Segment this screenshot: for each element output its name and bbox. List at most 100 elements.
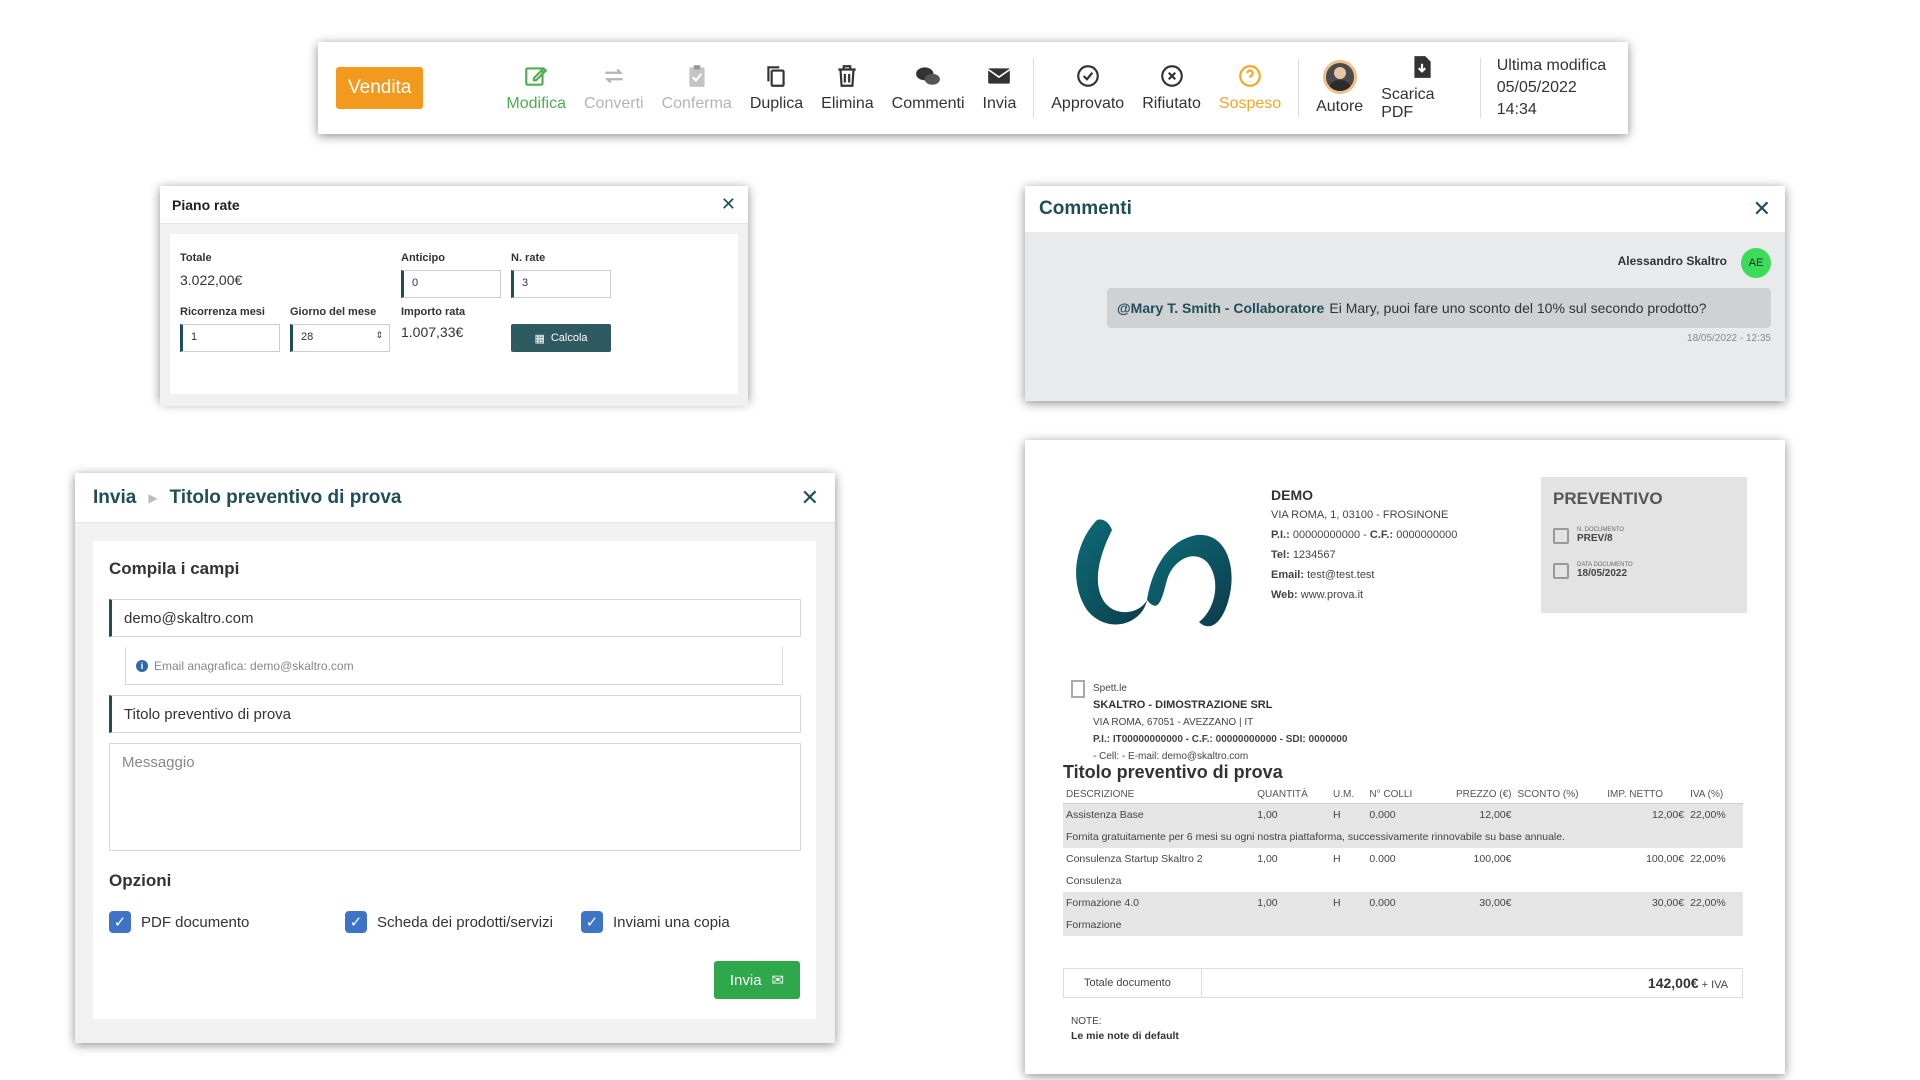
n-rate-input[interactable]: 3 [511, 270, 611, 298]
calculator-icon: ▦ [534, 332, 545, 345]
elimina-button[interactable]: Elimina [812, 63, 882, 113]
sospeso-button[interactable]: Sospeso [1210, 63, 1290, 113]
ricorrenza-label: Ricorrenza mesi [180, 306, 265, 318]
row-desc: Consulenza Startup Skaltro 2 [1066, 853, 1203, 865]
doc-date-row: DATA DOCUMENTO 18/05/2022 [1553, 562, 1735, 579]
option-pdf-checkbox[interactable]: ✓ PDF documento [109, 911, 249, 933]
breadcrumb-chevron-icon: ▶ [148, 490, 158, 505]
download-pdf-icon [1414, 56, 1431, 78]
info-icon: i [136, 659, 148, 672]
opzioni-title: Opzioni [109, 871, 172, 890]
table-row-note: Fornita gratuitamente per 6 mesi su ogni… [1063, 826, 1743, 848]
comment-timestamp: 18/05/2022 - 12:35 [1687, 333, 1771, 344]
duplica-button[interactable]: Duplica [741, 63, 812, 113]
web-label: Web: [1271, 589, 1298, 601]
autore-button[interactable]: Autore [1307, 60, 1372, 116]
email-value: test@test.test [1307, 569, 1375, 581]
client-address: VIA ROMA, 67051 - AVEZZANO | IT [1093, 717, 1254, 728]
giorno-label: Giorno del mese [290, 306, 377, 318]
company-name: DEMO [1271, 487, 1313, 503]
close-icon[interactable]: ✕ [801, 485, 819, 511]
giorno-select-value: 28 [301, 331, 314, 343]
send-button[interactable]: Invia ✉ [714, 961, 800, 999]
importo-value: 1.007,33€ [401, 324, 464, 340]
anticipo-input[interactable]: 0 [401, 270, 501, 298]
vendita-button[interactable]: Vendita [336, 67, 424, 109]
col-iva: IVA (%) [1687, 786, 1743, 804]
message-textarea[interactable]: Messaggio [109, 743, 801, 851]
breadcrumb-root[interactable]: Invia [93, 487, 136, 509]
subject-field[interactable]: Titolo preventivo di prova [109, 695, 801, 733]
option-scheda-checkbox[interactable]: ✓ Scheda dei prodotti/servizi [345, 911, 553, 933]
email-hint-text: Email anagrafica: demo@skaltro.com [154, 658, 354, 673]
sospeso-label: Sospeso [1218, 95, 1282, 112]
totale-label: Totale [180, 252, 212, 264]
invia-form: Compila i campi demo@skaltro.com i Email… [93, 541, 816, 1019]
totale-value-cell: 142,00€ + IVA [1202, 975, 1742, 991]
modifica-button[interactable]: Modifica [497, 63, 575, 113]
commenti-title: Commenti [1039, 198, 1132, 219]
row-um: H [1330, 803, 1367, 826]
close-icon[interactable]: ✕ [721, 194, 736, 215]
preventivo-box: PREVENTIVO N. DOCUMENTO PREV/8 DATA DOCU… [1541, 477, 1747, 613]
preventivo-document: DEMO VIA ROMA, 1, 03100 - FROSINONE P.I.… [1025, 440, 1785, 1074]
row-qty: 1,00 [1254, 892, 1331, 914]
row-desc: Formazione 4.0 [1063, 892, 1255, 914]
anticipo-label: Anticipo [401, 252, 445, 264]
company-address: VIA ROMA, 1, 03100 - FROSINONE [1271, 509, 1449, 521]
email-field[interactable]: demo@skaltro.com [109, 599, 801, 637]
doc-number: PREV/8 [1577, 533, 1613, 544]
trash-icon [838, 65, 857, 87]
row-colli: 0.000 [1366, 803, 1432, 826]
option-label: Scheda dei prodotti/servizi [377, 913, 553, 931]
row-netto: 30,00€ [1604, 892, 1688, 914]
rifiutato-button[interactable]: Rifiutato [1133, 63, 1210, 113]
checkbox-checked-icon: ✓ [109, 911, 131, 933]
invia-button[interactable]: Invia [974, 63, 1026, 113]
table-row-note: Consulenza [1063, 870, 1743, 892]
approvato-button[interactable]: Approvato [1042, 63, 1133, 113]
table-row-note: Formazione [1063, 914, 1743, 936]
converti-button[interactable]: Converti [575, 63, 653, 113]
note-label: NOTE: [1071, 1016, 1102, 1027]
n-rate-label: N. rate [511, 252, 546, 264]
row-netto: 12,00€ [1604, 803, 1688, 826]
check-circle-icon [1076, 65, 1099, 87]
close-icon[interactable]: ✕ [1753, 196, 1771, 222]
tel-label: Tel: [1271, 549, 1290, 561]
row-netto: 100,00€ [1646, 853, 1685, 865]
toolbar-divider [1298, 58, 1300, 118]
commenti-button[interactable]: Commenti [883, 63, 974, 113]
col-prezzo: PREZZO (€) [1431, 786, 1515, 804]
tel-value: 1234567 [1292, 549, 1336, 561]
row-sconto [1514, 892, 1605, 914]
calcola-button[interactable]: ▦ Calcola [511, 324, 611, 352]
note-value: Le mie note di default [1071, 1030, 1179, 1042]
row-um: H [1333, 853, 1341, 865]
pi-label: P.I.: [1271, 529, 1290, 541]
giorno-select[interactable]: 28 ⇕ [290, 324, 390, 352]
option-copia-checkbox[interactable]: ✓ Inviami una copia [581, 911, 730, 933]
row-sconto [1515, 848, 1605, 870]
conferma-button[interactable]: Conferma [653, 63, 741, 113]
row-iva: 22,00% [1687, 803, 1743, 826]
piano-rate-dialog: Piano rate ✕ Totale 3.022,00€ Anticipo 0… [160, 186, 748, 406]
cf-label: C.F.: [1369, 529, 1394, 541]
client-info: Spett.le SKALTRO - DIMOSTRAZIONE SRL VIA… [1093, 680, 1347, 765]
comment-author: Alessandro Skaltro [1617, 254, 1727, 268]
doc-title: Titolo preventivo di prova [1063, 762, 1283, 782]
table-row: Assistenza Base 1,00 H 0.000 12,00€ 12,0… [1063, 803, 1743, 826]
totale-label: Totale documento [1064, 969, 1202, 997]
piano-rate-body: Totale 3.022,00€ Anticipo 0 N. rate 3 Ri… [160, 224, 748, 406]
send-label: Invia [729, 971, 762, 989]
row-desc: Assistenza Base [1063, 803, 1255, 826]
ricorrenza-input[interactable]: 1 [180, 324, 280, 352]
envelope-icon: ✉ [771, 972, 785, 989]
toolbar-divider [1479, 58, 1481, 118]
scarica-pdf-button[interactable]: Scarica PDF [1372, 54, 1472, 122]
col-sconto: SCONTO (%) [1514, 786, 1605, 804]
comment-mention[interactable]: @Mary T. Smith - Collaboratore [1117, 300, 1324, 316]
invia-dialog: Invia ▶ Titolo preventivo di prova ✕ Com… [75, 473, 835, 1043]
row-note: Consulenza [1066, 875, 1122, 887]
items-table: DESCRIZIONE QUANTITÀ U.M. N° COLLI PREZZ… [1063, 786, 1743, 936]
